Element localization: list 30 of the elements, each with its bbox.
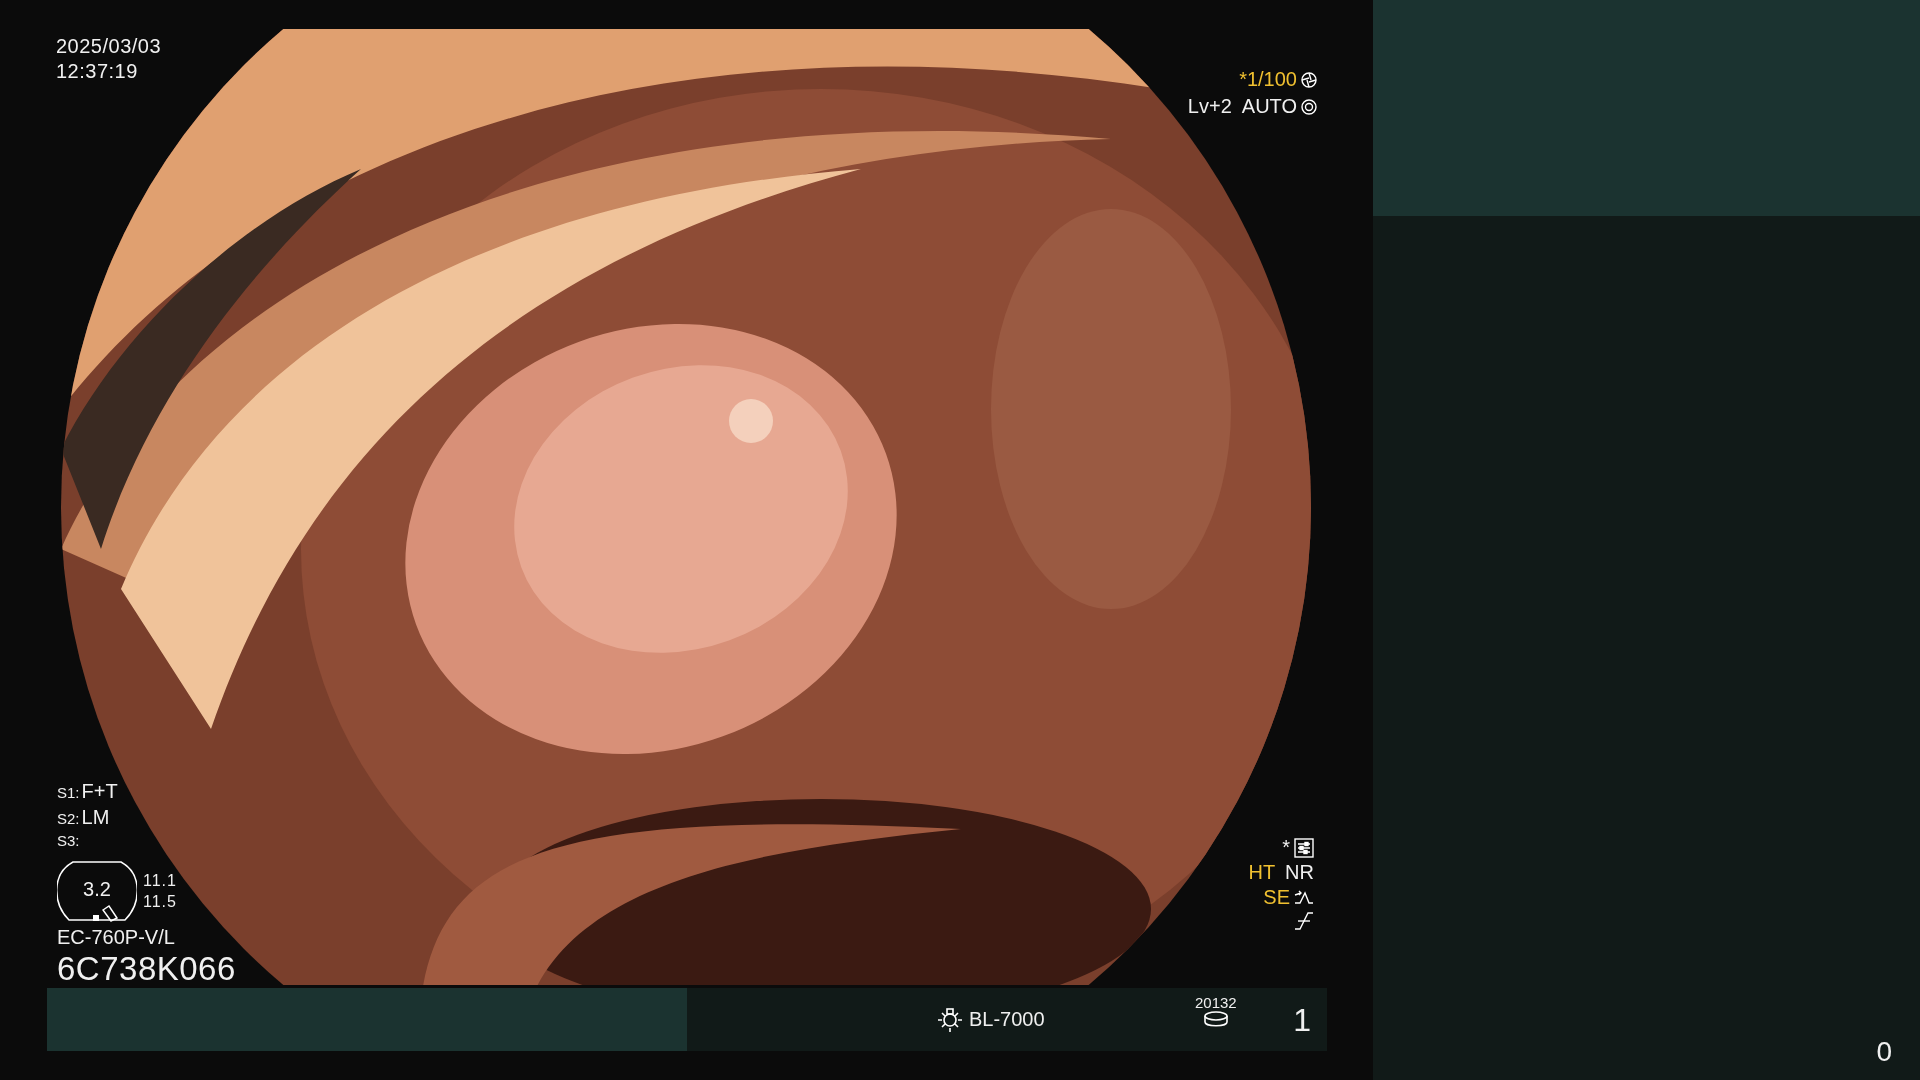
setting-label: S1:	[57, 784, 80, 801]
gauge-reading: 11.1	[143, 871, 177, 891]
aperture-icon	[1301, 98, 1317, 115]
setting-label: S2:	[57, 810, 80, 827]
shutter-icon	[1301, 71, 1317, 88]
setting-value: F+T	[81, 780, 118, 803]
light-source-text: BL-7000	[969, 1008, 1045, 1031]
curve-icon	[1294, 888, 1314, 907]
ht-text: HT	[1248, 861, 1276, 884]
scope-model-text: EC-760P-V/L	[57, 926, 176, 948]
sliders-icon	[1294, 837, 1314, 858]
gauge-value: 3.2	[82, 878, 112, 901]
gauge-reading: 11.5	[143, 892, 177, 912]
date-text: 2025/03/03	[56, 34, 162, 59]
asterisk-text: *	[1282, 836, 1290, 859]
exposure-mode-text: AUTO	[1241, 95, 1297, 118]
lamp-icon	[937, 1006, 963, 1033]
setting-label: S3:	[57, 832, 80, 849]
nr-text: NR	[1285, 861, 1314, 884]
time-text: 12:37:19	[56, 59, 139, 84]
shutter-speed-text: *1/100	[1239, 68, 1297, 91]
disk-icon	[1202, 1011, 1229, 1027]
counter-text: 20132	[1195, 994, 1237, 1011]
se-text: SE	[1263, 886, 1290, 909]
count-text: 0	[1876, 1036, 1892, 1068]
setting-value: LM	[81, 806, 110, 829]
edge-icon	[1294, 911, 1314, 931]
exposure-level-text: Lv+2	[1187, 95, 1232, 118]
image-number-text: 1	[1293, 1002, 1311, 1039]
serial-number-text: 6C738K066	[57, 952, 236, 986]
